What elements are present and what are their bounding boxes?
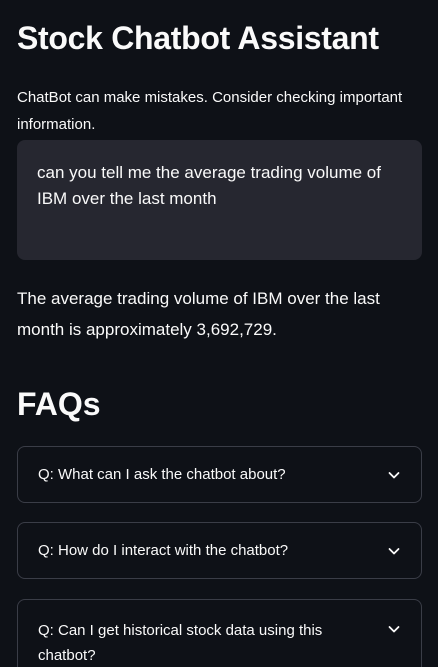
user-query-bubble: can you tell me the average trading volu… [17,140,422,260]
chevron-down-icon [387,544,401,558]
assistant-answer-text: The average trading volume of IBM over t… [17,289,380,339]
faq-question: Q: What can I ask the chatbot about? [38,466,286,483]
disclaimer-text: ChatBot can make mistakes. Consider chec… [17,89,403,133]
faq-expander-historical-data[interactable]: Q: Can I get historical stock data using… [17,599,422,667]
faq-question: Q: Can I get historical stock data using… [38,622,323,664]
faq-expander-how-to-interact[interactable]: Q: How do I interact with the chatbot? [17,522,422,579]
faq-question: Q: How do I interact with the chatbot? [38,542,289,559]
chevron-down-icon [387,622,401,636]
page-title: Stock Chatbot Assistant [17,20,379,56]
chevron-down-icon [387,468,401,482]
faq-heading: FAQs [17,386,101,422]
user-query-text: can you tell me the average trading volu… [37,163,381,208]
chat-page: Stock Chatbot Assistant ChatBot can make… [0,0,438,667]
faq-expander-what-can-i-ask[interactable]: Q: What can I ask the chatbot about? [17,446,422,503]
